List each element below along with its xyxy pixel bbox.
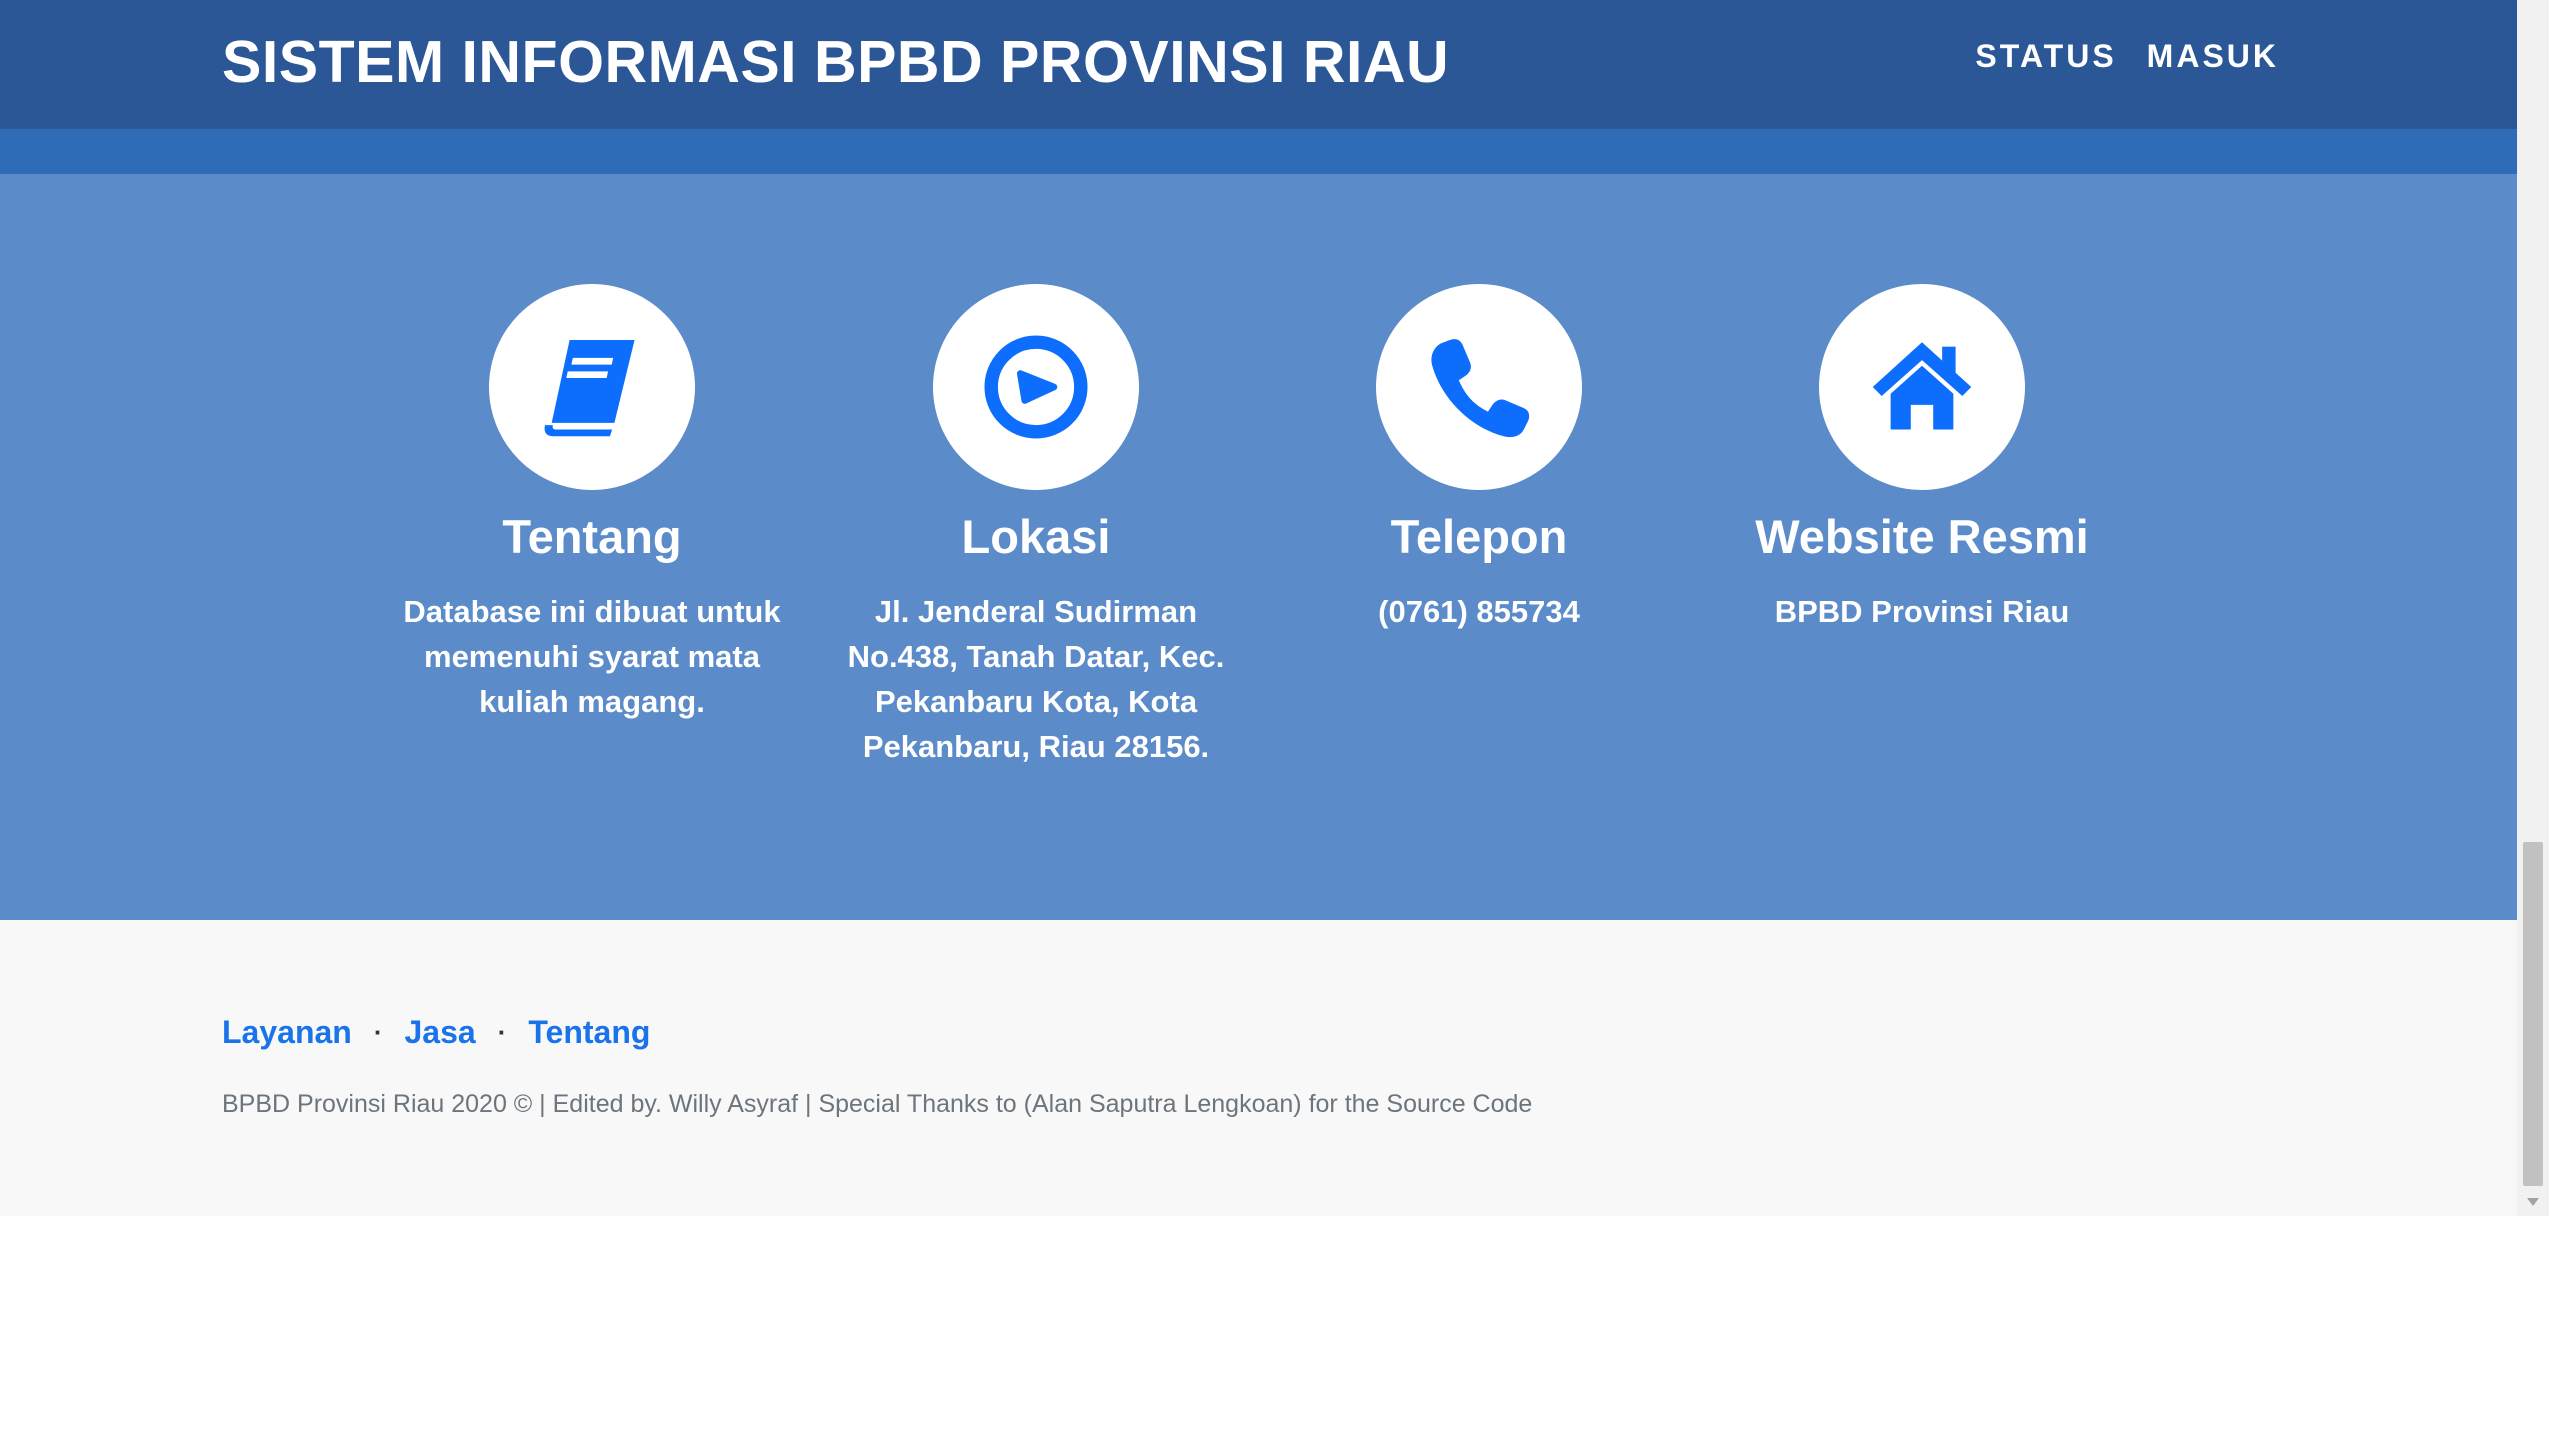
contact-title: Tentang bbox=[502, 510, 682, 563]
vertical-scrollbar[interactable] bbox=[2517, 0, 2549, 1216]
contact-item-telepon: Telepon (0761) 855734 bbox=[1269, 284, 1689, 634]
site-brand[interactable]: SISTEM INFORMASI BPBD PROVINSI RIAU bbox=[222, 28, 1449, 96]
scrollbar-thumb[interactable] bbox=[2523, 842, 2543, 1186]
contact-text: BPBD Provinsi Riau bbox=[1774, 594, 2070, 630]
icon-circle bbox=[933, 284, 1139, 490]
home-icon bbox=[1872, 342, 1972, 430]
book-icon bbox=[544, 339, 635, 437]
footer-separator: · bbox=[373, 1017, 383, 1047]
page-viewport: SISTEM INFORMASI BPBD PROVINSI RIAU STAT… bbox=[0, 0, 2517, 1216]
footer-separator: · bbox=[497, 1017, 507, 1047]
footer-links: Layanan · Jasa · Tentang bbox=[222, 1014, 650, 1051]
footer-link-tentang[interactable]: Tentang bbox=[528, 1014, 650, 1051]
triangle-down-icon bbox=[2527, 1198, 2539, 1206]
nav-links: STATUS MASUK bbox=[1975, 38, 2279, 75]
contact-text: Jl. Jenderal Sudirman No.438, Tanah Data… bbox=[847, 594, 1225, 765]
contact-title: Lokasi bbox=[961, 510, 1111, 563]
footer-copyright: BPBD Provinsi Riau 2020 © | Edited by. W… bbox=[222, 1090, 1533, 1118]
icon-circle bbox=[1376, 284, 1582, 490]
nav-masuk-link[interactable]: MASUK bbox=[2147, 38, 2279, 75]
icon-circle bbox=[1819, 284, 2025, 490]
footer-link-layanan[interactable]: Layanan bbox=[222, 1014, 352, 1051]
scroll-down-arrow[interactable] bbox=[2517, 1190, 2549, 1214]
contact-title: Website Resmi bbox=[1755, 510, 2089, 563]
contact-item-website: Website Resmi BPBD Provinsi Riau bbox=[1712, 284, 2132, 634]
phone-icon bbox=[1431, 339, 1530, 438]
footer: Layanan · Jasa · Tentang BPBD Provinsi R… bbox=[0, 920, 2517, 1216]
contact-text: Database ini dibuat untuk memenuhi syara… bbox=[403, 594, 781, 720]
icon-circle bbox=[489, 284, 695, 490]
footer-link-jasa[interactable]: Jasa bbox=[405, 1014, 476, 1051]
nav-status-link[interactable]: STATUS bbox=[1975, 38, 2116, 75]
contact-item-lokasi: Lokasi Jl. Jenderal Sudirman No.438, Tan… bbox=[826, 284, 1246, 769]
navbar: SISTEM INFORMASI BPBD PROVINSI RIAU STAT… bbox=[0, 0, 2517, 129]
contact-section: Tentang Database ini dibuat untuk memenu… bbox=[0, 174, 2517, 920]
contact-item-tentang: Tentang Database ini dibuat untuk memenu… bbox=[382, 284, 802, 724]
contact-title: Telepon bbox=[1390, 510, 1568, 563]
location-icon bbox=[984, 335, 1088, 439]
header-stripe bbox=[0, 129, 2517, 174]
contact-text: (0761) 855734 bbox=[1378, 594, 1580, 630]
